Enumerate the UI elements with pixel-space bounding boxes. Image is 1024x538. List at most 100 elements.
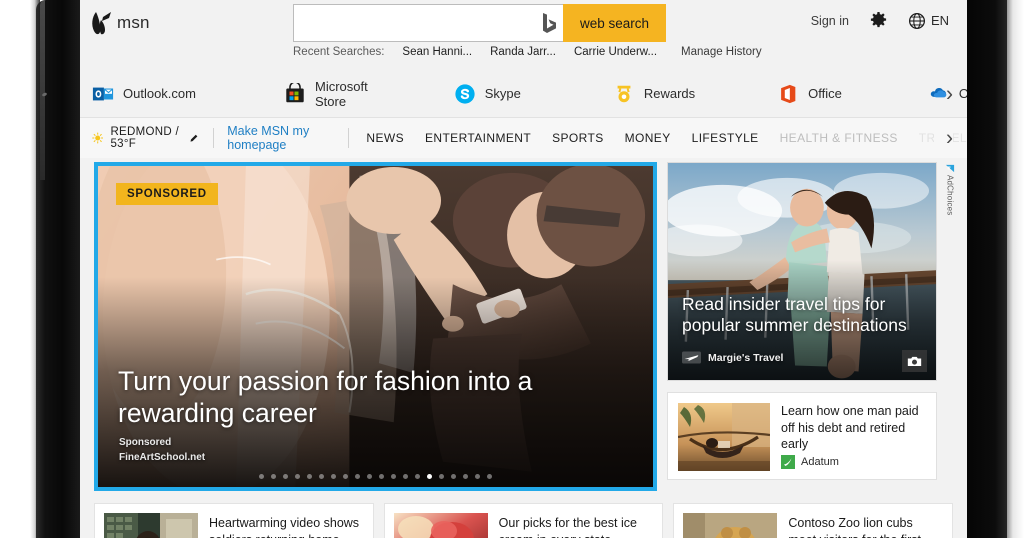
- recent-search-item-2[interactable]: Carrie Underw...: [574, 46, 657, 58]
- finance-ad-thumb: [678, 403, 770, 471]
- browser-viewport: msn web search Recent Searches: Sean Han…: [80, 0, 967, 538]
- hero-meta: Sponsored FineArtSchool.net: [119, 435, 205, 465]
- carousel-dot-3[interactable]: [295, 474, 300, 479]
- camera-icon: [907, 356, 922, 366]
- finance-ad-brand: Adatum: [781, 455, 926, 469]
- travel-ad-card[interactable]: Read insider travel tips for popular sum…: [667, 162, 937, 381]
- carousel-dot-15[interactable]: [439, 474, 444, 479]
- search-input-box[interactable]: [293, 4, 563, 42]
- lioncubs-photo: [683, 513, 778, 538]
- carousel-dot-7[interactable]: [343, 474, 348, 479]
- nav-divider-2: [347, 128, 349, 148]
- web-search-button[interactable]: web search: [563, 4, 666, 42]
- device-bezel-right: [967, 0, 1007, 538]
- hero-title: Turn your passion for fashion into a rew…: [118, 366, 533, 428]
- article-card-lioncubs[interactable]: Contoso Zoo lion cubs meet visitors for …: [673, 503, 954, 538]
- adchoices-triangle-icon: [945, 164, 955, 173]
- service-microsoft-store[interactable]: Microsoft Store: [284, 79, 368, 109]
- gear-icon[interactable]: [869, 11, 888, 30]
- icecream-photo: [393, 513, 488, 538]
- adchoices-label: AdChoices: [945, 175, 955, 216]
- carousel-dot-9[interactable]: [367, 474, 372, 479]
- content-grid: SPONSORED Turn your passion for fashion …: [94, 162, 955, 491]
- travel-ad-brand: Margie's Travel: [682, 351, 783, 364]
- service-label-outlook: Outlook.com: [123, 86, 196, 101]
- nav-more-chevron-right-icon[interactable]: ›: [934, 127, 953, 149]
- sign-in-link[interactable]: Sign in: [811, 14, 849, 28]
- recent-search-item-0[interactable]: Sean Hanni...: [402, 46, 472, 58]
- category-nav: REDMOND / 53°F Make MSN my homepage NEWS…: [80, 118, 967, 158]
- hero-advertiser: FineArtSchool.net: [119, 452, 206, 463]
- service-rewards[interactable]: Rewards: [613, 83, 695, 105]
- screenshot-stage: msn web search Recent Searches: Sean Han…: [0, 0, 1024, 538]
- office-icon: [781, 84, 796, 103]
- nav-item-sports[interactable]: SPORTS: [552, 131, 604, 145]
- search-bar: web search: [293, 4, 666, 42]
- sun-icon: [92, 132, 104, 144]
- carousel-dot-8[interactable]: [355, 474, 360, 479]
- hero-sponsored-card[interactable]: SPONSORED Turn your passion for fashion …: [94, 162, 657, 491]
- finance-ad-photo: [678, 403, 770, 471]
- nav-item-health-fitness[interactable]: HEALTH & FITNESS: [780, 131, 898, 145]
- service-outlook[interactable]: Outlook.com: [92, 83, 196, 105]
- article-thumb-soldiers: [104, 513, 198, 538]
- travel-ad-title: Read insider travel tips for popular sum…: [682, 294, 907, 335]
- msn-logo[interactable]: msn: [90, 10, 150, 36]
- make-homepage-link[interactable]: Make MSN my homepage: [227, 124, 333, 152]
- header-actions: Sign in EN: [811, 11, 949, 30]
- travel-ad-gallery-button[interactable]: [902, 350, 927, 372]
- carousel-dot-18[interactable]: [475, 474, 480, 479]
- article-card-icecream[interactable]: Our picks for the best ice cream in ever…: [383, 503, 664, 538]
- service-label-skype: Skype: [484, 86, 521, 101]
- globe-icon: [908, 12, 925, 29]
- nav-categories: NEWS ENTERTAINMENT SPORTS MONEY LIFESTYL…: [366, 131, 967, 145]
- carousel-dot-17[interactable]: [463, 474, 468, 479]
- weather-text: REDMOND / 53°F: [110, 126, 179, 150]
- article-card-soldiers[interactable]: Heartwarming video shows soldiers return…: [94, 503, 374, 538]
- carousel-dot-19[interactable]: [487, 474, 492, 479]
- pencil-icon[interactable]: [189, 132, 198, 145]
- carousel-dot-14[interactable]: [427, 474, 432, 479]
- recent-search-item-1[interactable]: Randa Jarr...: [490, 46, 556, 58]
- carousel-dot-11[interactable]: [391, 474, 396, 479]
- skype-icon: [455, 83, 475, 104]
- carousel-dot-12[interactable]: [403, 474, 408, 479]
- services-strip: Outlook.com Microsoft Store Skype Reward…: [80, 70, 967, 118]
- service-label-onedrive: OneDrive: [958, 86, 967, 101]
- msn-wordmark: msn: [117, 13, 150, 32]
- msn-butterfly-icon: [92, 12, 111, 35]
- service-label-rewards: Rewards: [643, 86, 696, 101]
- finance-ad-card[interactable]: Learn how one man paid off his debt and …: [667, 392, 937, 480]
- carousel-dot-16[interactable]: [451, 474, 456, 479]
- carousel-dot-1[interactable]: [271, 474, 276, 479]
- carousel-dot-0[interactable]: [259, 474, 264, 479]
- search-input[interactable]: [302, 5, 539, 41]
- service-office[interactable]: Office: [777, 83, 842, 105]
- language-selector[interactable]: EN: [908, 12, 949, 30]
- carousel-dot-5[interactable]: [319, 474, 324, 479]
- manage-history-link[interactable]: Manage History: [681, 46, 762, 58]
- store-icon: [286, 82, 304, 102]
- nav-divider-1: [212, 128, 214, 148]
- adchoices-control[interactable]: AdChoices: [945, 164, 955, 216]
- services-more-chevron-right-icon[interactable]: ›: [946, 83, 953, 104]
- nav-item-money[interactable]: MONEY: [625, 131, 671, 145]
- device-bezel-left-highlight: [40, 0, 45, 180]
- carousel-dot-2[interactable]: [283, 474, 288, 479]
- service-label-microsoft-store: Microsoft Store: [314, 78, 368, 109]
- service-label-office: Office: [808, 86, 842, 101]
- service-skype[interactable]: Skype: [454, 83, 521, 105]
- carousel-dot-13[interactable]: [415, 474, 420, 479]
- article-thumb-lioncubs: [683, 513, 778, 538]
- nav-item-news[interactable]: NEWS: [366, 131, 404, 145]
- soldiers-photo: [104, 513, 198, 538]
- main-content: SPONSORED Turn your passion for fashion …: [80, 158, 967, 538]
- carousel-dot-6[interactable]: [331, 474, 336, 479]
- airplane-icon: [682, 351, 701, 364]
- carousel-dot-4[interactable]: [307, 474, 312, 479]
- weather-widget[interactable]: REDMOND / 53°F: [92, 126, 199, 150]
- carousel-dot-10[interactable]: [379, 474, 384, 479]
- nav-item-lifestyle[interactable]: LIFESTYLE: [692, 131, 759, 145]
- nav-item-entertainment[interactable]: ENTERTAINMENT: [425, 131, 531, 145]
- travel-ad-brand-label: Margie's Travel: [708, 351, 784, 364]
